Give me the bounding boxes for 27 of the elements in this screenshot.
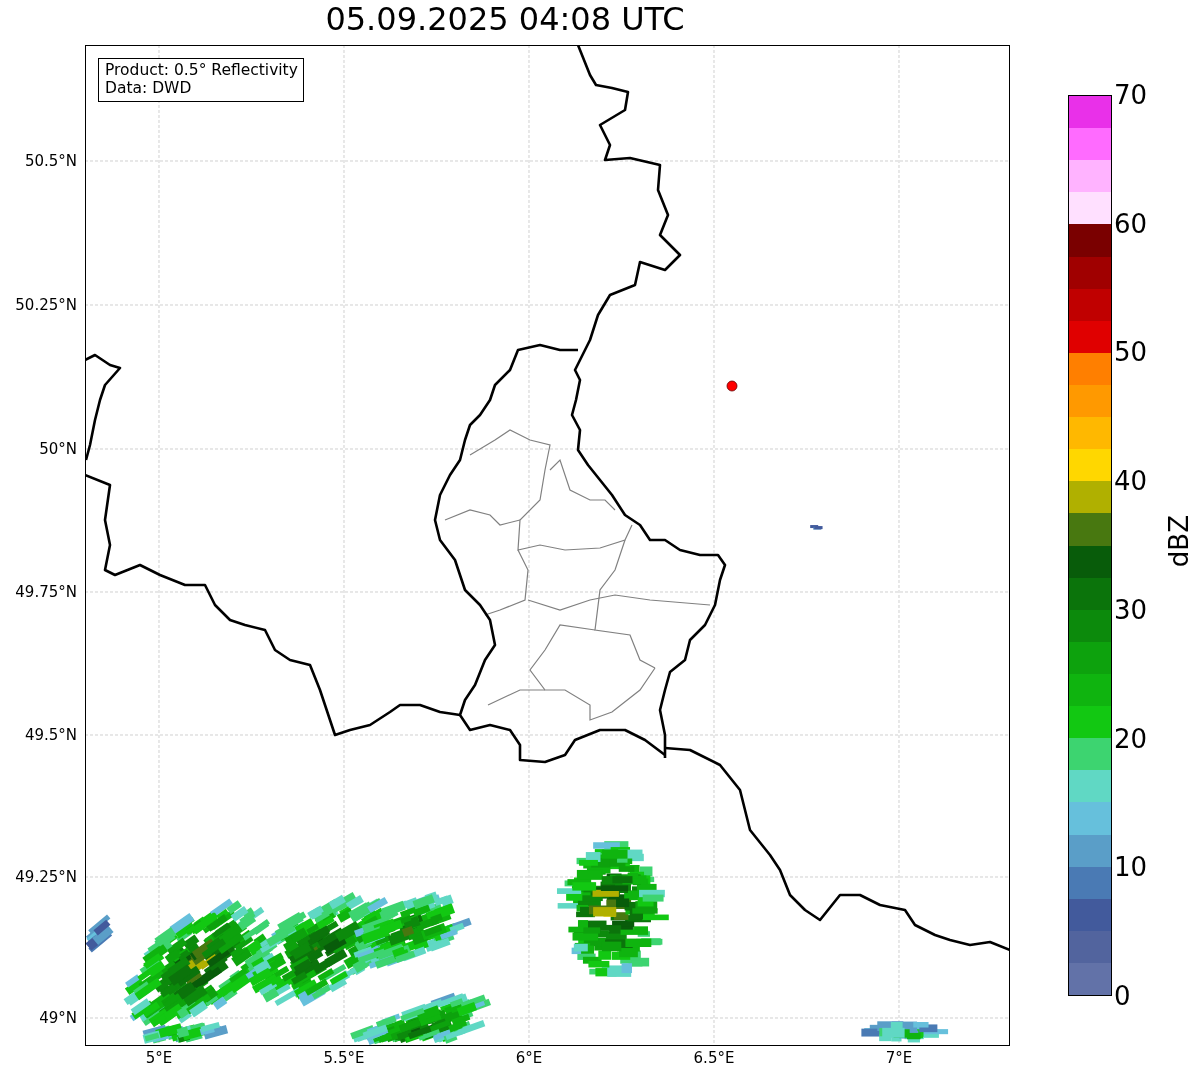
chart-title: 05.09.2025 04:08 UTC bbox=[324, 0, 686, 40]
colorbar-tick-label: 30 bbox=[1114, 596, 1148, 623]
latitude-label: 50.25°N bbox=[15, 296, 77, 314]
colorbar-tick-label: 10 bbox=[1114, 854, 1148, 881]
longitude-label: 6.5°E bbox=[693, 1049, 735, 1067]
latitude-label: 49.25°N bbox=[15, 868, 77, 886]
colorbar-tick-label: 50 bbox=[1114, 339, 1148, 366]
colorbar-tick-label: 40 bbox=[1114, 468, 1148, 495]
longitude-label: 7°E bbox=[885, 1049, 913, 1067]
colorbar-tick-label: 70 bbox=[1114, 82, 1148, 108]
colorbar-tick-label: 60 bbox=[1114, 210, 1148, 237]
colorbar-tick-label: 20 bbox=[1114, 725, 1148, 752]
info-text: Product: 0.5° Reflectivity bbox=[105, 61, 298, 79]
latitude-label: 49.5°N bbox=[24, 726, 77, 744]
longitude-label: 6°E bbox=[515, 1049, 543, 1067]
precipitation-echo bbox=[810, 525, 823, 530]
longitude-label: 5°E bbox=[145, 1049, 173, 1067]
info-text: Data: DWD bbox=[105, 79, 193, 97]
location-marker bbox=[726, 380, 738, 392]
precipitation-echo bbox=[86, 914, 114, 953]
latitude-label: 49°N bbox=[39, 1009, 77, 1027]
latitude-label: 49.75°N bbox=[15, 583, 77, 601]
colorbar-label: dBZ bbox=[1164, 515, 1194, 568]
colorbar-tick-label: 0 bbox=[1114, 983, 1131, 1009]
longitude-label: 5.5°E bbox=[323, 1049, 365, 1067]
latitude-label: 50.5°N bbox=[24, 152, 77, 170]
latitude-label: 50°N bbox=[39, 440, 77, 458]
